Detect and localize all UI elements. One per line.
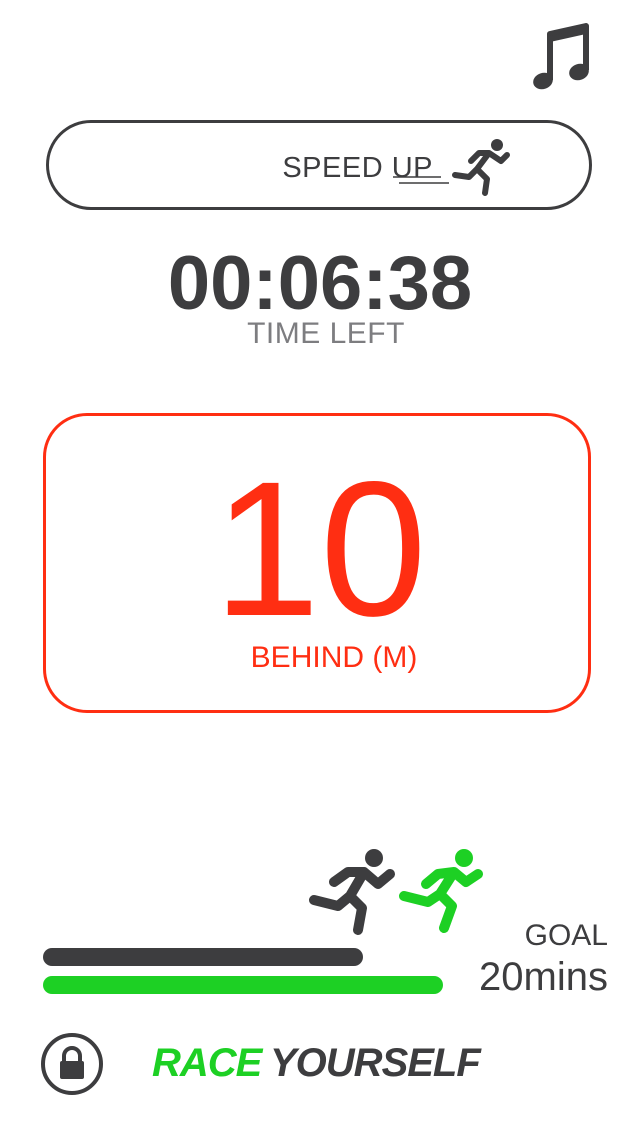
race-yourself-logo: RACE YOURSELF [152, 1040, 504, 1085]
distance-behind-value: 10 [213, 441, 427, 656]
goal-value: 20mins [479, 955, 608, 999]
distance-behind-label: BEHIND (M) [250, 641, 418, 674]
player-runner-icon [304, 846, 396, 936]
goal-progress-bar [43, 976, 443, 994]
svg-text:RACE: RACE [152, 1041, 264, 1084]
music-button[interactable] [528, 22, 594, 94]
lock-button[interactable] [40, 1032, 104, 1096]
time-left-label: TIME LEFT [247, 317, 405, 350]
time-left-value: 00:06:38 [167, 241, 473, 326]
svg-text:YOURSELF: YOURSELF [270, 1041, 482, 1084]
distance-behind-panel: 10 BEHIND (M) [43, 413, 591, 713]
music-note-icon [533, 23, 589, 90]
speed-hint-pill: SPEED UP [46, 120, 592, 210]
running-fast-icon [389, 135, 513, 199]
goal-label: GOAL [524, 919, 608, 952]
player-progress-bar [43, 948, 363, 966]
lock-icon [41, 1033, 103, 1095]
